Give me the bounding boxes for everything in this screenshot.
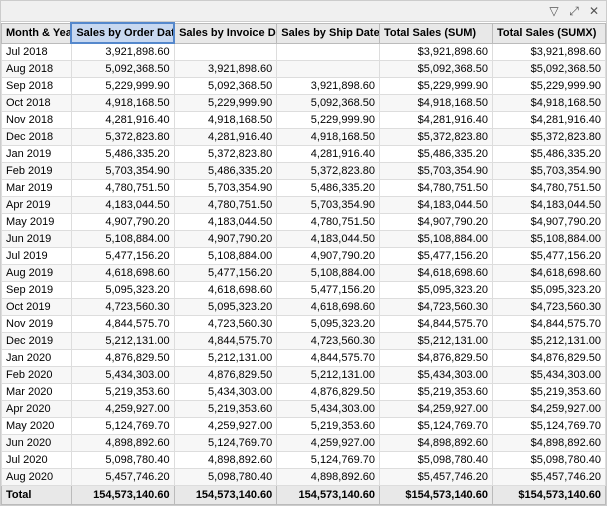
table-row: Jan 20204,876,829.505,212,131.004,844,57… xyxy=(2,350,606,367)
footer-invoice: 154,573,140.60 xyxy=(174,486,277,505)
expand-icon[interactable]: ⤢ xyxy=(566,3,582,19)
table-row: Nov 20194,844,575.704,723,560.305,095,32… xyxy=(2,316,606,333)
col-month-label: Month & Year xyxy=(6,27,71,39)
table-row: Sep 20195,095,323.204,618,698.605,477,15… xyxy=(2,282,606,299)
toolbar: ▽ ⤢ ✕ xyxy=(1,1,606,22)
table-row: Jan 20195,486,335.205,372,823.804,281,91… xyxy=(2,146,606,163)
footer-total-sum: $154,573,140.60 xyxy=(380,486,493,505)
col-header-ship[interactable]: Sales by Ship Date xyxy=(277,23,380,43)
table-row: Jul 20205,098,780.404,898,892.605,124,76… xyxy=(2,452,606,469)
footer-ship: 154,573,140.60 xyxy=(277,486,380,505)
col-header-total-sum[interactable]: Total Sales (SUM) xyxy=(380,23,493,43)
col-header-invoice[interactable]: Sales by Invoice Date xyxy=(174,23,277,43)
close-icon[interactable]: ✕ xyxy=(586,3,602,19)
col-order-label: Sales by Order Date xyxy=(76,27,174,39)
footer-label: Total xyxy=(2,486,72,505)
footer-total-sumx: $154,573,140.60 xyxy=(492,486,605,505)
table-row: Oct 20184,918,168.505,229,999.905,092,36… xyxy=(2,95,606,112)
table-row: May 20194,907,790.204,183,044.504,780,75… xyxy=(2,214,606,231)
table-row: Aug 20194,618,698.605,477,156.205,108,88… xyxy=(2,265,606,282)
table-row: Dec 20185,372,823.804,281,916.404,918,16… xyxy=(2,129,606,146)
col-header-month[interactable]: Month & Year ▼ xyxy=(2,23,72,43)
col-total-sum-label: Total Sales (SUM) xyxy=(384,27,476,39)
table-row: Feb 20195,703,354.905,486,335.205,372,82… xyxy=(2,163,606,180)
footer-row: Total 154,573,140.60 154,573,140.60 154,… xyxy=(2,486,606,505)
table-row: Jun 20195,108,884.004,907,790.204,183,04… xyxy=(2,231,606,248)
filter-icon[interactable]: ▽ xyxy=(546,3,562,19)
col-ship-label: Sales by Ship Date xyxy=(281,27,379,39)
table-row: Apr 20194,183,044.504,780,751.505,703,35… xyxy=(2,197,606,214)
table-row: Mar 20194,780,751.505,703,354.905,486,33… xyxy=(2,180,606,197)
table-row: Oct 20194,723,560.305,095,323.204,618,69… xyxy=(2,299,606,316)
table-wrapper: Month & Year ▼ Sales by Order Date ▼ Sal… xyxy=(1,22,606,505)
table-row: Jun 20204,898,892.605,124,769.704,259,92… xyxy=(2,435,606,452)
table-row: Feb 20205,434,303.004,876,829.505,212,13… xyxy=(2,367,606,384)
table-row: Dec 20195,212,131.004,844,575.704,723,56… xyxy=(2,333,606,350)
header-row: Month & Year ▼ Sales by Order Date ▼ Sal… xyxy=(2,23,606,43)
table-row: Sep 20185,229,999.905,092,368.503,921,89… xyxy=(2,78,606,95)
table-row: May 20205,124,769.704,259,927.005,219,35… xyxy=(2,418,606,435)
table-row: Nov 20184,281,916.404,918,168.505,229,99… xyxy=(2,112,606,129)
table-row: Jul 20183,921,898.60$3,921,898.60$3,921,… xyxy=(2,43,606,61)
col-header-total-sumx[interactable]: Total Sales (SUMX) xyxy=(492,23,605,43)
main-container: ▽ ⤢ ✕ Month & Year ▼ Sales by Order Date… xyxy=(0,0,607,506)
data-table: Month & Year ▼ Sales by Order Date ▼ Sal… xyxy=(1,22,606,505)
footer-order: 154,573,140.60 xyxy=(71,486,174,505)
table-row: Mar 20205,219,353.605,434,303.004,876,82… xyxy=(2,384,606,401)
table-row: Aug 20205,457,746.205,098,780.404,898,89… xyxy=(2,469,606,486)
col-header-order[interactable]: Sales by Order Date ▼ xyxy=(71,23,174,43)
table-row: Jul 20195,477,156.205,108,884.004,907,79… xyxy=(2,248,606,265)
table-row: Aug 20185,092,368.503,921,898.60$5,092,3… xyxy=(2,61,606,78)
col-invoice-label: Sales by Invoice Date xyxy=(179,27,277,39)
col-total-sumx-label: Total Sales (SUMX) xyxy=(497,27,596,39)
table-row: Apr 20204,259,927.005,219,353.605,434,30… xyxy=(2,401,606,418)
